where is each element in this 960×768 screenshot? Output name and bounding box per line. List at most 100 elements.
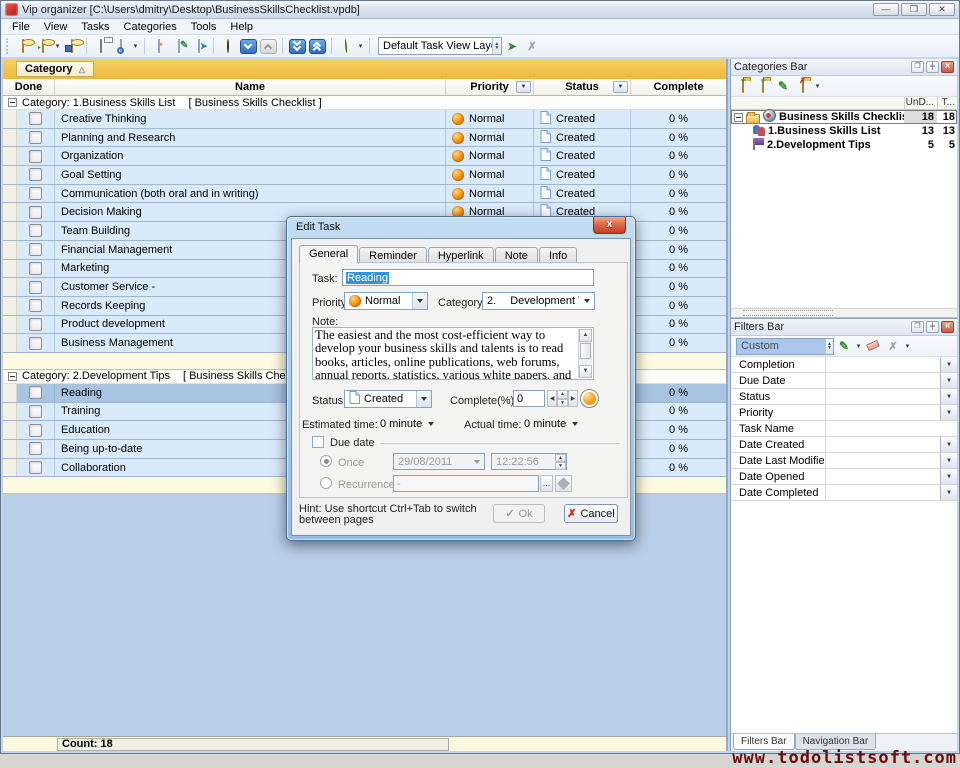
priority-dropdown-arrow-icon[interactable] <box>412 293 427 309</box>
dialog-tab-info[interactable]: Info <box>539 247 577 263</box>
new-category-button[interactable]: + <box>733 77 753 96</box>
column-header-total[interactable]: T... <box>937 97 957 109</box>
move-up-button[interactable] <box>258 37 278 56</box>
filter-dropdown-icon[interactable]: ▼ <box>940 485 957 500</box>
column-header-priority[interactable]: Priority▼ <box>446 79 534 95</box>
done-checkbox[interactable] <box>29 461 42 474</box>
filter-dropdown-icon[interactable]: ▼ <box>940 437 957 452</box>
print-preview-button[interactable] <box>111 37 131 56</box>
filters-restore-icon[interactable]: ❐ <box>911 321 924 333</box>
filter-value[interactable] <box>826 389 940 404</box>
category-tree-item[interactable]: Business Skills Checklist1818 <box>731 110 957 124</box>
menu-tools[interactable]: Tools <box>184 19 224 35</box>
open-database-caret-icon[interactable]: ▾ <box>53 37 62 56</box>
menu-view[interactable]: View <box>37 19 75 35</box>
new-database-button[interactable] <box>13 37 33 56</box>
task-input[interactable]: Reading <box>342 269 594 286</box>
new-subcategory-button[interactable]: + <box>753 77 773 96</box>
done-checkbox[interactable] <box>29 168 42 181</box>
column-header-name[interactable]: Name <box>55 79 446 95</box>
layout-spinner-icon[interactable]: ▲▼ <box>492 38 501 54</box>
clear-filter-button[interactable]: ✗ <box>883 337 903 356</box>
filters-caret-icon[interactable]: ▾ <box>903 337 912 356</box>
dialog-title[interactable]: Edit Task <box>287 217 635 238</box>
paste-task-button[interactable]: ➤ <box>189 37 209 56</box>
complete-spinner[interactable]: ◀ ▲▼ ▶ <box>547 390 578 407</box>
done-checkbox[interactable] <box>29 150 42 163</box>
edit-task-button[interactable]: ✎ <box>169 37 189 56</box>
menu-help[interactable]: Help <box>223 19 260 35</box>
status-select[interactable]: Created <box>344 390 432 408</box>
category-dropdown-arrow-icon[interactable] <box>579 293 594 309</box>
filter-value[interactable] <box>826 357 940 372</box>
column-header-undone[interactable]: UnD... <box>904 97 937 109</box>
restore-button[interactable]: ❐ <box>901 3 927 16</box>
filter-preset-spinner-icon[interactable]: ▲▼ <box>825 339 833 354</box>
expand-all-button[interactable] <box>287 37 307 56</box>
once-time-updown[interactable]: ▲▼ <box>555 454 566 469</box>
scrollbar-thumb[interactable] <box>743 310 833 316</box>
open-database-button[interactable]: ▸ <box>33 37 53 56</box>
filters-close-icon[interactable]: ✕ <box>941 321 954 333</box>
scroll-thumb[interactable] <box>580 343 591 359</box>
delete-category-button[interactable]: ✗ <box>793 77 813 96</box>
clear-layout-button[interactable]: ✗ <box>522 37 542 56</box>
apply-filter-button[interactable]: ✎ <box>834 337 854 356</box>
menu-categories[interactable]: Categories <box>117 19 184 35</box>
complete-done-button[interactable] <box>580 389 599 408</box>
menu-file[interactable]: File <box>5 19 37 35</box>
complete-input[interactable]: 0 <box>513 390 545 407</box>
column-header-done[interactable]: Done <box>3 79 55 95</box>
categories-horizontal-scrollbar[interactable] <box>731 308 957 318</box>
apply-layout-button[interactable]: ➤ <box>502 37 522 56</box>
estimated-time-select[interactable]: 0 minutes <box>376 415 438 432</box>
dialog-tab-general[interactable]: General <box>299 245 358 263</box>
category-tree-item[interactable]: 2.Development Tips55 <box>731 138 957 152</box>
filter-dropdown-icon[interactable]: ▼ <box>940 469 957 484</box>
recurrence-input[interactable]: - <box>393 475 539 492</box>
save-database-button[interactable] <box>62 37 82 56</box>
done-checkbox[interactable] <box>29 442 42 455</box>
spin-left-icon[interactable]: ◀ <box>547 390 557 407</box>
done-checkbox[interactable] <box>29 187 42 200</box>
minimize-button[interactable]: — <box>873 3 899 16</box>
task-row[interactable]: Planning and ResearchNormalCreated0 % <box>3 129 726 148</box>
filter-preset-select[interactable]: Custom▲▼ <box>736 338 834 355</box>
recurrence-radio[interactable] <box>320 477 332 489</box>
menu-tasks[interactable]: Tasks <box>74 19 116 35</box>
filter-value[interactable] <box>826 485 940 500</box>
filter-value[interactable] <box>826 469 940 484</box>
edit-category-button[interactable]: ✎ <box>773 77 793 96</box>
spin-down-icon[interactable]: ▼ <box>557 399 568 408</box>
spin-right-icon[interactable]: ▶ <box>568 390 578 407</box>
filter-dropdown-icon[interactable]: ▼ <box>940 389 957 404</box>
filter-value[interactable] <box>826 437 940 452</box>
done-checkbox[interactable] <box>29 281 42 294</box>
done-checkbox[interactable] <box>29 112 42 125</box>
note-scrollbar[interactable]: ▲ ▼ <box>578 329 592 378</box>
filter-dropdown-icon[interactable]: ▼ <box>940 373 957 388</box>
filter-dropdown-icon[interactable]: ▼ <box>940 453 957 468</box>
task-row[interactable]: Communication (both oral and in writing)… <box>3 185 726 204</box>
show-done-button[interactable] <box>218 37 238 56</box>
filter-dropdown-icon[interactable]: ▼ <box>940 405 957 420</box>
task-row[interactable]: OrganizationNormalCreated0 % <box>3 147 726 166</box>
once-radio[interactable] <box>320 455 332 467</box>
cancel-button[interactable]: ✗Cancel <box>564 504 618 523</box>
filter-dropdown-icon[interactable]: ▼ <box>940 357 957 372</box>
categories-restore-icon[interactable]: ❐ <box>911 61 924 73</box>
print-caret-icon[interactable]: ▾ <box>131 37 140 56</box>
group-row[interactable]: Category: 1.Business Skills List[ Busine… <box>3 96 726 110</box>
filter-value[interactable] <box>826 421 957 436</box>
once-date-select[interactable]: 29/08/2011 <box>393 453 485 470</box>
dialog-tab-note[interactable]: Note <box>495 247 538 263</box>
due-date-checkbox[interactable] <box>312 436 324 448</box>
view-layout-button[interactable] <box>336 37 356 56</box>
once-date-dropdown-arrow-icon[interactable] <box>469 454 484 469</box>
status-dropdown-arrow-icon[interactable] <box>416 391 431 407</box>
move-down-button[interactable] <box>238 37 258 56</box>
recurrence-diamond-button[interactable] <box>555 475 572 492</box>
filter-value[interactable] <box>826 405 940 420</box>
time-up-icon[interactable]: ▲ <box>555 454 566 462</box>
ok-button[interactable]: ✓Ok <box>493 504 545 523</box>
